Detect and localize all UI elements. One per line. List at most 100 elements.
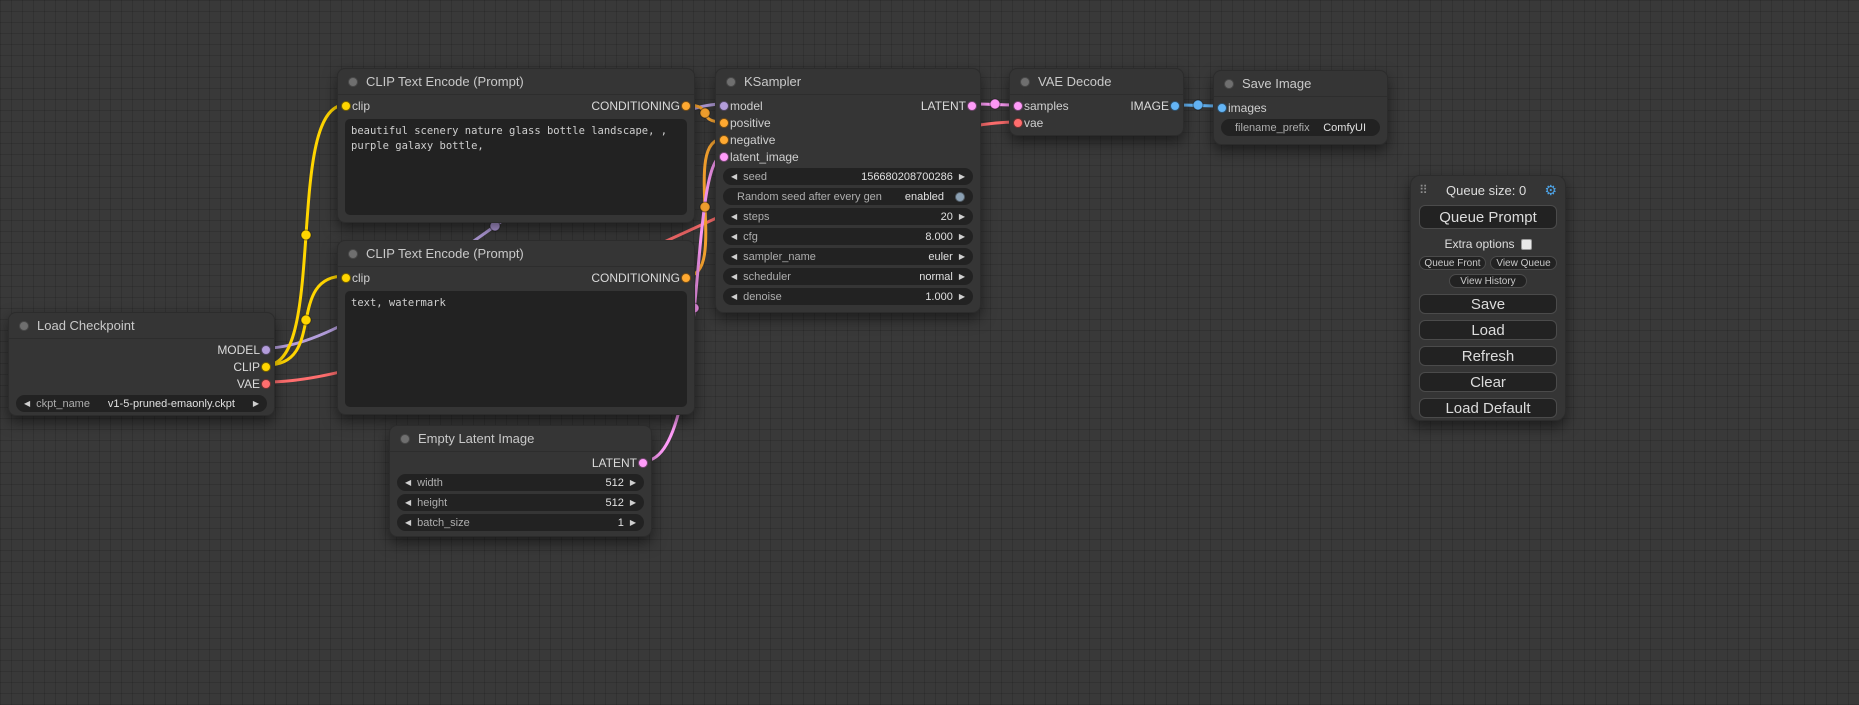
batch-size-widget[interactable]: ◀ batch_size 1 ▶ (397, 514, 644, 531)
decrement-arrow-icon[interactable]: ◀ (405, 499, 411, 507)
sampler-name-widget[interactable]: ◀ sampler_name euler ▶ (723, 248, 973, 265)
increment-arrow-icon[interactable]: ▶ (253, 400, 259, 408)
latent-image-input-port[interactable] (719, 152, 729, 162)
widget-label: sampler_name (743, 251, 816, 263)
vae-output-port[interactable] (261, 379, 271, 389)
clip-input-port[interactable] (341, 101, 351, 111)
port-row: model LATENT (716, 97, 980, 114)
negative-input-port[interactable] (719, 135, 729, 145)
increment-arrow-icon[interactable]: ▶ (630, 519, 636, 527)
scheduler-widget[interactable]: ◀ scheduler normal ▶ (723, 268, 973, 285)
node-title-bar[interactable]: VAE Decode (1010, 69, 1183, 95)
increment-arrow-icon[interactable]: ▶ (959, 293, 965, 301)
vae-output-label: VAE (237, 377, 260, 391)
widget-value: 512 (605, 497, 623, 509)
positive-prompt-textarea[interactable]: beautiful scenery nature glass bottle la… (345, 119, 687, 215)
denoise-widget[interactable]: ◀ denoise 1.000 ▶ (723, 288, 973, 305)
widget-label: batch_size (417, 517, 470, 529)
vae-input-port[interactable] (1013, 118, 1023, 128)
increment-arrow-icon[interactable]: ▶ (959, 253, 965, 261)
clip-input-label: clip (352, 99, 370, 113)
increment-arrow-icon[interactable]: ▶ (630, 479, 636, 487)
extra-options-checkbox[interactable] (1521, 239, 1532, 250)
toggle-indicator-dot[interactable] (955, 192, 965, 202)
menu-drag-handle-icon[interactable]: ⠿ (1419, 183, 1428, 197)
port-row: CLIP (9, 358, 274, 375)
port-rows: model LATENT positive negative latent_im… (716, 95, 980, 165)
decrement-arrow-icon[interactable]: ◀ (731, 233, 737, 241)
conditioning-output-label: CONDITIONING (591, 271, 680, 285)
node-collapse-dot[interactable] (726, 77, 736, 87)
load-default-button[interactable]: Load Default (1419, 398, 1557, 418)
latent-output-port[interactable] (967, 101, 977, 111)
node-title-bar[interactable]: KSampler (716, 69, 980, 95)
height-widget[interactable]: ◀ height 512 ▶ (397, 494, 644, 511)
increment-arrow-icon[interactable]: ▶ (630, 499, 636, 507)
node-collapse-dot[interactable] (19, 321, 29, 331)
load-button[interactable]: Load (1419, 320, 1557, 340)
model-input-port[interactable] (719, 101, 729, 111)
queue-front-button[interactable]: Queue Front (1419, 256, 1486, 270)
seed-widget[interactable]: ◀ seed 156680208700286 ▶ (723, 168, 973, 185)
conditioning-output-port[interactable] (681, 101, 691, 111)
increment-arrow-icon[interactable]: ▶ (959, 213, 965, 221)
node-collapse-dot[interactable] (348, 77, 358, 87)
decrement-arrow-icon[interactable]: ◀ (731, 273, 737, 281)
clip-output-port[interactable] (261, 362, 271, 372)
node-empty-latent-image[interactable]: Empty Latent Image LATENT ◀ width 512 ▶ … (389, 425, 652, 537)
node-collapse-dot[interactable] (348, 249, 358, 259)
node-vae-decode[interactable]: VAE Decode samples IMAGE vae (1009, 68, 1184, 136)
node-clip-text-encode-negative[interactable]: CLIP Text Encode (Prompt) clip CONDITION… (337, 240, 695, 415)
clear-button[interactable]: Clear (1419, 372, 1557, 392)
positive-input-port[interactable] (719, 118, 729, 128)
image-output-port[interactable] (1170, 101, 1180, 111)
view-history-button[interactable]: View History (1449, 274, 1527, 288)
decrement-arrow-icon[interactable]: ◀ (731, 253, 737, 261)
node-collapse-dot[interactable] (1020, 77, 1030, 87)
increment-arrow-icon[interactable]: ▶ (959, 233, 965, 241)
refresh-button[interactable]: Refresh (1419, 346, 1557, 366)
clip-input-port[interactable] (341, 273, 351, 283)
node-title-bar[interactable]: CLIP Text Encode (Prompt) (338, 241, 694, 267)
conditioning-output-port[interactable] (681, 273, 691, 283)
port-row: negative (716, 131, 980, 148)
widget-value: enabled (905, 191, 944, 203)
widget-label: seed (743, 171, 767, 183)
negative-prompt-textarea[interactable]: text, watermark (345, 291, 687, 407)
node-title-bar[interactable]: Load Checkpoint (9, 313, 274, 339)
decrement-arrow-icon[interactable]: ◀ (405, 479, 411, 487)
node-graph-canvas[interactable]: Load Checkpoint MODEL CLIP VAE ◀ ckpt_na… (0, 0, 1859, 705)
increment-arrow-icon[interactable]: ▶ (959, 173, 965, 181)
node-save-image[interactable]: Save Image images filename_prefix ComfyU… (1213, 70, 1388, 145)
images-input-port[interactable] (1217, 103, 1227, 113)
node-title-bar[interactable]: Save Image (1214, 71, 1387, 97)
filename-prefix-widget[interactable]: filename_prefix ComfyUI (1221, 119, 1380, 136)
decrement-arrow-icon[interactable]: ◀ (405, 519, 411, 527)
decrement-arrow-icon[interactable]: ◀ (731, 213, 737, 221)
node-title-bar[interactable]: CLIP Text Encode (Prompt) (338, 69, 694, 95)
latent-output-port[interactable] (638, 458, 648, 468)
node-collapse-dot[interactable] (400, 434, 410, 444)
width-widget[interactable]: ◀ width 512 ▶ (397, 474, 644, 491)
cfg-widget[interactable]: ◀ cfg 8.000 ▶ (723, 228, 973, 245)
node-clip-text-encode-positive[interactable]: CLIP Text Encode (Prompt) clip CONDITION… (337, 68, 695, 223)
vae-input-label: vae (1024, 116, 1043, 130)
node-load-checkpoint[interactable]: Load Checkpoint MODEL CLIP VAE ◀ ckpt_na… (8, 312, 275, 416)
ckpt-name-widget[interactable]: ◀ ckpt_name v1-5-pruned-emaonly.ckpt ▶ (16, 395, 267, 412)
node-ksampler[interactable]: KSampler model LATENT positive negative … (715, 68, 981, 313)
samples-input-port[interactable] (1013, 101, 1023, 111)
steps-widget[interactable]: ◀ steps 20 ▶ (723, 208, 973, 225)
random-seed-toggle-widget[interactable]: Random seed after every gen enabled (723, 188, 973, 205)
model-output-port[interactable] (261, 345, 271, 355)
comfy-menu-panel[interactable]: ⠿ Queue size: 0 ⚙ Queue Prompt Extra opt… (1410, 175, 1566, 421)
queue-prompt-button[interactable]: Queue Prompt (1419, 205, 1557, 229)
decrement-arrow-icon[interactable]: ◀ (24, 400, 30, 408)
view-queue-button[interactable]: View Queue (1490, 256, 1557, 270)
decrement-arrow-icon[interactable]: ◀ (731, 173, 737, 181)
node-collapse-dot[interactable] (1224, 79, 1234, 89)
node-title-bar[interactable]: Empty Latent Image (390, 426, 651, 452)
increment-arrow-icon[interactable]: ▶ (959, 273, 965, 281)
settings-gear-icon[interactable]: ⚙ (1544, 182, 1557, 199)
decrement-arrow-icon[interactable]: ◀ (731, 293, 737, 301)
save-button[interactable]: Save (1419, 294, 1557, 314)
